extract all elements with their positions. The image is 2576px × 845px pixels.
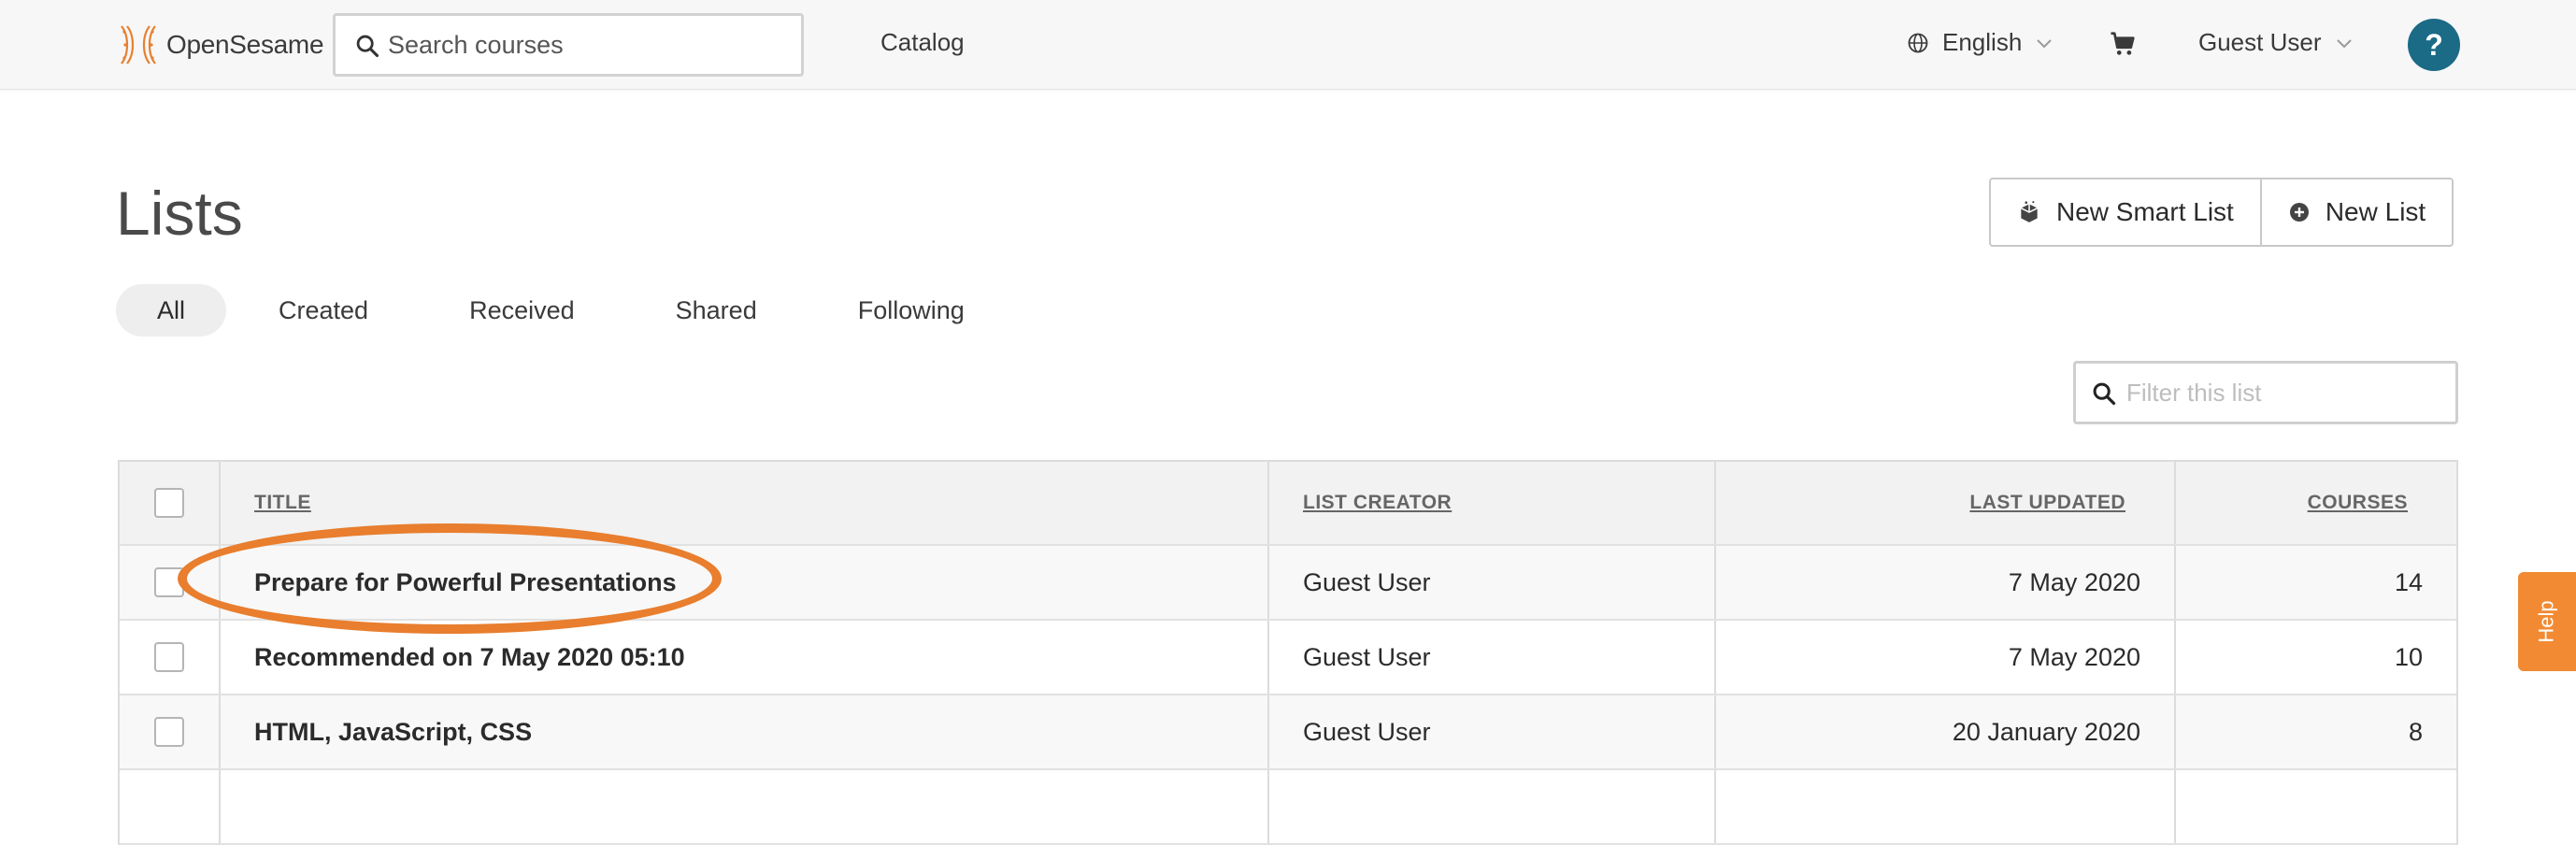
help-button[interactable]: ? — [2408, 19, 2460, 71]
table-row[interactable]: Recommended on 7 May 2020 05:10 Guest Us… — [120, 621, 2456, 695]
search-icon — [356, 35, 379, 58]
new-smart-list-label: New Smart List — [2056, 197, 2234, 226]
list-last-updated: 7 May 2020 — [1716, 546, 2176, 619]
select-all-checkbox[interactable] — [154, 488, 184, 518]
lists-table: TITLE LIST CREATOR LAST UPDATED COURSES … — [118, 460, 2458, 845]
row-select-cell — [120, 621, 221, 694]
tab-shared[interactable]: Shared — [642, 284, 791, 337]
language-selector[interactable]: English — [1907, 28, 2054, 57]
tab-created[interactable]: Created — [245, 284, 402, 337]
user-name: Guest User — [2198, 28, 2322, 56]
chevron-down-icon — [2336, 38, 2352, 48]
list-course-count: 14 — [2394, 567, 2423, 596]
user-menu[interactable]: Guest User — [2198, 28, 2354, 57]
list-title — [221, 770, 1269, 843]
new-smart-list-button[interactable]: New Smart List — [1991, 179, 2260, 245]
list-actions: New Smart List New List — [1989, 178, 2454, 247]
help-side-tab[interactable]: Help — [2518, 572, 2576, 671]
list-creator: Guest User — [1269, 695, 1716, 768]
table-header-row: TITLE LIST CREATOR LAST UPDATED COURSES — [120, 462, 2456, 546]
search-input[interactable] — [388, 16, 790, 74]
list-course-count: 8 — [2408, 717, 2423, 746]
column-header-courses[interactable]: COURSES — [2176, 462, 2456, 544]
list-tabs: All Created Received Shared Following — [116, 284, 998, 337]
list-course-count: 10 — [2394, 642, 2423, 671]
new-list-button[interactable]: New List — [2259, 179, 2452, 245]
list-creator — [1269, 770, 1716, 843]
top-header: OpenSesame Catalog English Guest User — [0, 0, 2576, 90]
select-all-cell — [120, 462, 221, 544]
table-row[interactable]: Prepare for Powerful Presentations Guest… — [120, 546, 2456, 621]
smart-list-icon — [2020, 201, 2039, 222]
row-select-cell — [120, 770, 221, 843]
cart-icon — [2111, 32, 2135, 55]
course-search — [333, 13, 804, 77]
filter-box — [2073, 361, 2458, 424]
cart-button[interactable] — [2109, 30, 2137, 63]
column-header-last-updated[interactable]: LAST UPDATED — [1716, 462, 2176, 544]
help-side-tab-label: Help — [2535, 600, 2558, 643]
filter-input[interactable] — [2126, 364, 2444, 422]
row-checkbox[interactable] — [154, 567, 184, 597]
tab-all[interactable]: All — [116, 284, 227, 337]
row-select-cell — [120, 695, 221, 768]
search-icon — [2093, 382, 2116, 406]
opensesame-logo-icon — [121, 25, 156, 64]
page-title: Lists — [116, 179, 243, 248]
plus-circle-icon — [2289, 203, 2309, 222]
row-checkbox[interactable] — [154, 642, 184, 672]
chevron-down-icon — [2037, 38, 2052, 48]
tab-following[interactable]: Following — [824, 284, 998, 337]
globe-icon — [1908, 33, 1928, 52]
row-select-cell — [120, 546, 221, 619]
new-list-label: New List — [2325, 197, 2426, 226]
list-title[interactable]: HTML, JavaScript, CSS — [221, 695, 1269, 768]
list-last-updated: 20 January 2020 — [1716, 695, 2176, 768]
list-course-count — [2176, 770, 2456, 843]
column-header-title[interactable]: TITLE — [221, 462, 1269, 544]
list-title[interactable]: Recommended on 7 May 2020 05:10 — [221, 621, 1269, 694]
logo[interactable]: OpenSesame — [116, 22, 324, 67]
column-header-list-creator[interactable]: LIST CREATOR — [1269, 462, 1716, 544]
table-row[interactable] — [120, 770, 2456, 845]
table-row[interactable]: HTML, JavaScript, CSS Guest User 20 Janu… — [120, 695, 2456, 770]
list-title[interactable]: Prepare for Powerful Presentations — [221, 546, 1269, 619]
list-creator: Guest User — [1269, 621, 1716, 694]
language-label: English — [1942, 28, 2023, 56]
tab-received[interactable]: Received — [436, 284, 608, 337]
list-last-updated — [1716, 770, 2176, 843]
logo-text: OpenSesame — [166, 30, 324, 59]
row-checkbox[interactable] — [154, 717, 184, 747]
list-last-updated: 7 May 2020 — [1716, 621, 2176, 694]
list-creator: Guest User — [1269, 546, 1716, 619]
catalog-link[interactable]: Catalog — [880, 28, 965, 57]
